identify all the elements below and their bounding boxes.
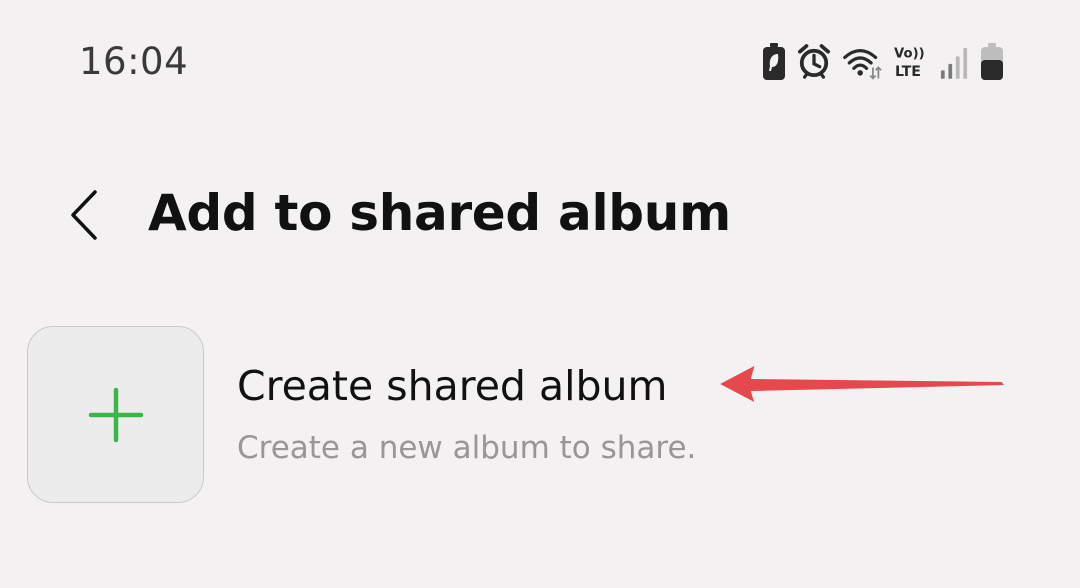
header: Add to shared album <box>0 170 1080 260</box>
create-album-tile[interactable] <box>27 326 204 503</box>
svg-text:Vo)): Vo)) <box>894 46 925 61</box>
back-button[interactable] <box>56 182 112 248</box>
chevron-left-icon <box>71 190 97 240</box>
create-album-subtitle: Create a new album to share. <box>237 430 697 466</box>
volte-icon: Vo)) LTE <box>894 46 925 80</box>
annotation-arrow <box>717 363 1007 405</box>
battery-saver-icon <box>763 43 785 80</box>
wifi-icon <box>843 49 882 80</box>
svg-text:LTE: LTE <box>895 64 921 80</box>
alarm-icon <box>798 44 830 79</box>
status-bar: 16:04 Vo)) LTE <box>0 0 1080 120</box>
signal-icon <box>940 48 968 79</box>
plus-icon <box>88 387 143 442</box>
create-album-title: Create shared album <box>237 362 668 410</box>
page-title: Add to shared album <box>148 184 731 242</box>
status-icons: Vo)) LTE <box>762 42 1004 82</box>
battery-icon <box>981 43 1003 80</box>
status-time: 16:04 <box>79 40 189 83</box>
create-shared-album-item[interactable]: Create shared album Create a new album t… <box>0 320 1080 510</box>
